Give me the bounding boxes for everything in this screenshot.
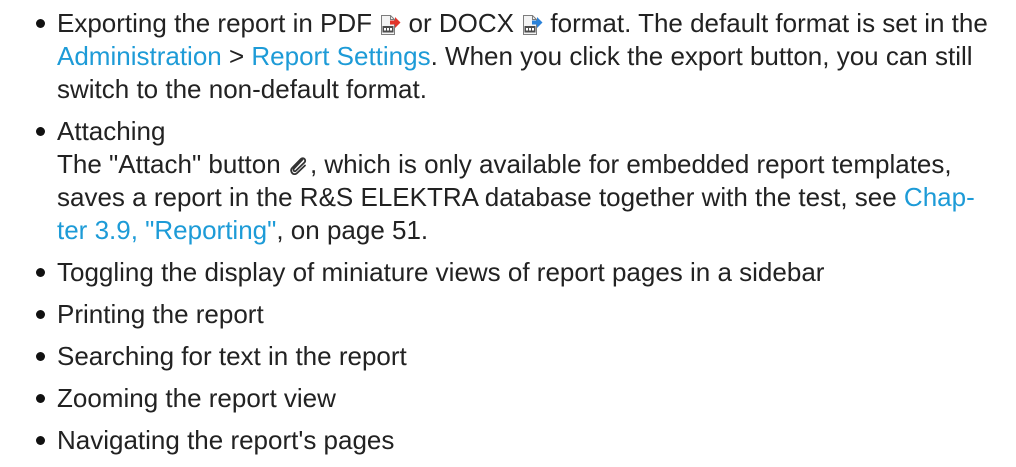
list-item: Searching for text in the report (0, 340, 1016, 373)
text-segment: Attaching (57, 116, 166, 146)
text-line: Printing the report (57, 298, 1016, 331)
list-item: Toggling the display of miniature views … (0, 256, 1016, 289)
text-segment: Printing the report (57, 299, 264, 329)
text-line: Administration > Report Settings. When y… (57, 40, 1016, 73)
bullet-point (36, 19, 45, 28)
text-segment: saves a report in the R&S ELEKTRA databa… (57, 182, 904, 212)
bullet-point (36, 436, 45, 445)
text-segment: switch to the non-default format. (57, 74, 427, 104)
bullet-point (36, 310, 45, 319)
text-segment: , which is only available for embedded r… (309, 149, 952, 179)
text-segment: Navigating the report's pages (57, 425, 395, 455)
report-settings-link[interactable]: Report Settings (251, 41, 430, 71)
text-line: ter 3.9, "Reporting", on page 51. (57, 214, 1016, 247)
text-line: Toggling the display of miniature views … (57, 256, 1016, 289)
text-line: saves a report in the R&S ELEKTRA databa… (57, 181, 1016, 214)
text-line: switch to the non-default format. (57, 73, 1016, 106)
text-line: Searching for text in the report (57, 340, 1016, 373)
bullet-point (36, 394, 45, 403)
docx-export-icon (521, 14, 543, 36)
list-item: Navigating the report's pages (0, 424, 1016, 457)
bullet-point (36, 268, 45, 277)
list-item: Printing the report (0, 298, 1016, 331)
list-item: Exporting the report in PDF or DOCX form… (0, 7, 1016, 106)
pdf-export-icon (379, 14, 401, 36)
text-segment: format. The default format is set in the (543, 8, 988, 38)
text-segment: or DOCX (401, 8, 522, 38)
text-line: Exporting the report in PDF or DOCX form… (57, 7, 1016, 40)
text-line: The "Attach" button , which is only avai… (57, 148, 1016, 181)
text-segment: Searching for text in the report (57, 341, 407, 371)
text-line: Zooming the report view (57, 382, 1016, 415)
chap-link[interactable]: Chap- (904, 182, 975, 212)
text-line: Navigating the report's pages (57, 424, 1016, 457)
text-line: Attaching (57, 115, 1016, 148)
list-item: Zooming the report view (0, 382, 1016, 415)
bullet-point (36, 352, 45, 361)
administration-link[interactable]: Administration (57, 41, 222, 71)
feature-bullet-list: Exporting the report in PDF or DOCX form… (0, 7, 1016, 466)
paperclip-icon (288, 155, 310, 177)
ter-3-9-reporting-link[interactable]: ter 3.9, "Reporting" (57, 215, 276, 245)
list-item: Attaching The "Attach" button , which is … (0, 115, 1016, 247)
text-segment: Toggling the display of miniature views … (57, 257, 825, 287)
text-segment: The "Attach" button (57, 149, 288, 179)
text-segment: > (221, 41, 252, 71)
text-segment: . When you click the export button, you … (430, 41, 973, 71)
text-segment: , on page 51. (276, 215, 429, 245)
text-segment: Exporting the report in PDF (57, 8, 380, 38)
text-segment: Zooming the report view (57, 383, 336, 413)
bullet-point (36, 127, 45, 136)
